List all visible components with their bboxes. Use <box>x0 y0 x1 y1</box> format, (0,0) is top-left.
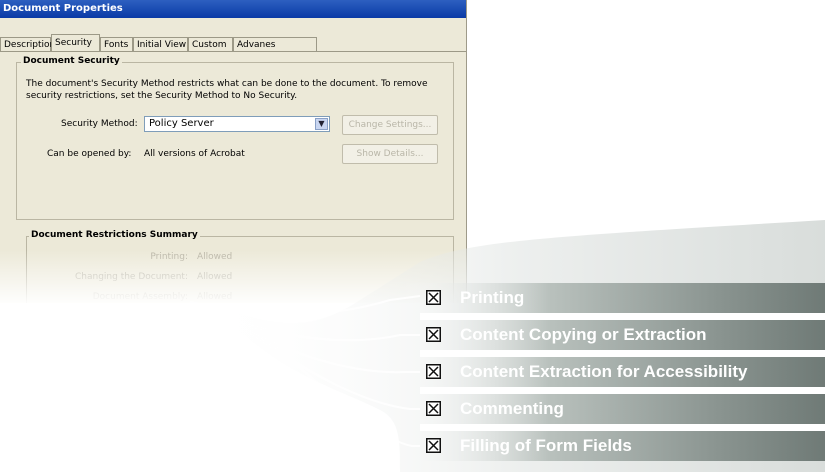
security-description: The document's Security Method restricts… <box>26 79 428 101</box>
checkbox-x-icon <box>426 401 441 416</box>
show-details-button[interactable]: Show Details... <box>342 144 438 164</box>
tab-advanced[interactable]: Advanes <box>233 37 317 51</box>
tab-initial-view[interactable]: Initial View <box>133 37 188 51</box>
change-settings-button[interactable]: Change Settings... <box>342 115 438 135</box>
summary-value: Allowed <box>197 252 233 262</box>
summary-label: Changing the Document: <box>75 272 188 282</box>
checkbox-x-icon <box>426 364 441 379</box>
restriction-label-content-copying: Content Copying or Extraction <box>460 325 707 344</box>
checkbox-x-icon <box>426 327 441 342</box>
summary-value: Allowed <box>197 292 233 302</box>
restriction-label-printing: Printing <box>460 288 525 307</box>
connector-lines <box>189 295 421 447</box>
summary-label: Document Assembly: <box>92 292 188 302</box>
tab-custom[interactable]: Custom <box>188 37 233 51</box>
tab-fonts[interactable]: Fonts <box>100 37 133 51</box>
document-security-legend: Document Security <box>21 56 122 66</box>
checkbox-x-icon <box>426 438 441 453</box>
opened-by-value: All versions of Acrobat <box>144 149 245 159</box>
opened-by-label: Can be opened by: <box>47 149 132 159</box>
summary-value: Allowed <box>197 272 233 282</box>
summary-label: Printing: <box>150 252 188 262</box>
checkbox-x-icon <box>426 290 441 305</box>
restrictions-summary-legend: Document Restrictions Summary <box>29 230 200 240</box>
dialog-title: Document Properties <box>0 0 466 18</box>
dropdown-arrow-icon[interactable]: ▼ <box>315 118 328 130</box>
tab-security[interactable]: Security <box>51 34 100 51</box>
security-method-select[interactable]: Policy Server ▼ <box>144 116 330 132</box>
restriction-label-filling-form-fields: Filling of Form Fields <box>460 436 632 455</box>
tab-description[interactable]: Description <box>0 37 55 51</box>
restriction-label-commenting: Commenting <box>460 399 564 418</box>
document-properties-dialog: Document Properties Description Security… <box>0 0 467 303</box>
security-method-label: Security Method: <box>61 119 138 129</box>
security-method-value: Policy Server <box>149 118 214 129</box>
restriction-label-content-extraction-accessibility: Content Extraction for Accessibility <box>460 362 748 381</box>
